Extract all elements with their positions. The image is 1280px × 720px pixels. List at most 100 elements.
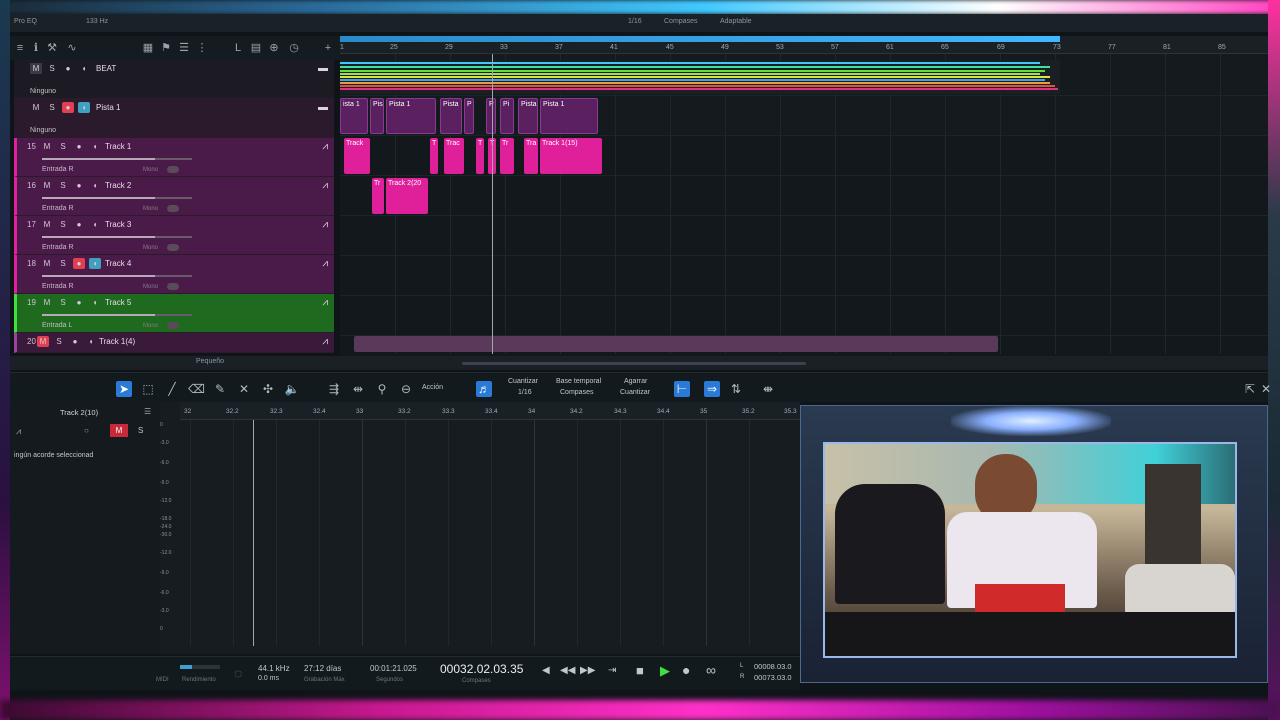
snap-grid-icon[interactable]: ⊢ xyxy=(674,381,690,397)
snap-value[interactable]: Cuantizar xyxy=(620,389,650,396)
audio-clip[interactable]: Tr xyxy=(500,138,514,174)
editor-playhead[interactable] xyxy=(253,420,254,646)
track-name[interactable]: Track 4 xyxy=(105,259,131,268)
waveform-icon[interactable]: ⩘ xyxy=(322,258,328,269)
network-icon[interactable]: ⊕ xyxy=(268,42,280,54)
audio-editor[interactable]: Track 2(10) ☰ ⩘ ○ M S ingún acorde selec… xyxy=(10,402,800,654)
autoscroll-icon[interactable]: ⇅ xyxy=(728,381,744,397)
audio-clip[interactable]: Tr xyxy=(372,178,384,214)
folder-clip[interactable]: P xyxy=(464,98,474,134)
seconds-time[interactable]: 00:01:21.025 xyxy=(370,664,417,673)
popout-icon[interactable]: ⇱ xyxy=(1242,381,1258,397)
film-icon[interactable]: ▤ xyxy=(250,42,262,54)
folder-icon[interactable]: ▬ xyxy=(318,102,328,113)
monitor-icon[interactable]: ◖ xyxy=(89,219,101,230)
record-icon[interactable]: ● xyxy=(73,297,85,308)
tracklist-icon[interactable]: ☰ xyxy=(144,407,151,416)
track-name[interactable]: BEAT xyxy=(96,64,116,73)
monitor-icon[interactable]: ◖ xyxy=(78,63,90,74)
metronome-icon[interactable]: ◌ xyxy=(234,665,242,681)
expand-icon[interactable]: ⇼ xyxy=(760,381,776,397)
quantize-icon[interactable]: ♬ xyxy=(476,381,492,397)
automation-icon[interactable]: ∿ xyxy=(66,42,78,54)
follow-icon[interactable]: ⇒ xyxy=(704,381,720,397)
audio-clip[interactable]: Track 1(15) xyxy=(540,138,602,174)
record-icon[interactable]: ○ xyxy=(84,426,89,435)
listen-tool-icon[interactable]: 🔈 xyxy=(284,381,300,397)
action-menu[interactable]: Acción xyxy=(422,384,443,391)
lane-track4[interactable] xyxy=(340,256,1268,296)
eraser-tool-icon[interactable]: ⌫ xyxy=(188,381,205,397)
loop-icon[interactable]: ∞ xyxy=(706,662,716,678)
range-tool-icon[interactable]: ⬚ xyxy=(140,381,156,397)
folder-icon[interactable]: ▬ xyxy=(318,63,328,74)
track-row-20[interactable]: 20 M S ● ◖ Track 1(4) ⩘ xyxy=(14,333,334,353)
loop-range[interactable] xyxy=(340,36,1060,42)
track-name[interactable]: Pista 1 xyxy=(96,103,120,112)
loop-start[interactable]: 00008.03.0 xyxy=(754,662,792,671)
folder-clip[interactable]: Pista 1 xyxy=(540,98,598,134)
input-select[interactable]: Entrada L xyxy=(42,322,72,329)
audio-clip[interactable]: T xyxy=(430,138,438,174)
arrow-tool-icon[interactable]: ➤ xyxy=(116,381,132,397)
record-button-icon[interactable]: ● xyxy=(682,662,690,678)
solo-button[interactable]: S xyxy=(57,141,69,152)
rate-label[interactable]: 133 Hz xyxy=(86,18,108,25)
mute-button[interactable]: M xyxy=(41,219,53,230)
info-icon[interactable]: ℹ xyxy=(30,42,42,54)
flag-icon[interactable]: ⚑ xyxy=(160,42,172,54)
mute-button[interactable]: M xyxy=(30,102,42,113)
skip-end-icon[interactable]: ⇥ xyxy=(608,665,616,676)
volume-fader[interactable] xyxy=(42,158,192,160)
track-row-pista1[interactable]: M S ● ◖ Pista 1 ▬ Ninguno xyxy=(14,99,334,138)
timebase-label[interactable]: Compases xyxy=(664,18,697,25)
arrange-ruler[interactable]: 1 25 29 33 37 41 45 49 53 57 61 65 69 73… xyxy=(340,36,1268,54)
track-row-19[interactable]: 19 M S ● ◖ Track 5 Entrada L Mono ⩘ xyxy=(14,294,334,333)
lane-track2[interactable] xyxy=(340,176,1268,216)
tracklist-icon[interactable]: ☰ xyxy=(178,42,190,54)
solo-button[interactable]: S xyxy=(57,297,69,308)
track-name[interactable]: Track 1 xyxy=(105,142,131,151)
editor-track-name[interactable]: Track 2(10) xyxy=(60,408,98,417)
clock-icon[interactable]: ◷ xyxy=(288,42,300,54)
track-row-beat[interactable]: M S ● ◖ BEAT ▬ Ninguno xyxy=(14,60,334,99)
lane-pista1[interactable] xyxy=(340,96,1268,136)
audio-clip-long[interactable] xyxy=(354,336,998,352)
mute-tool-icon[interactable]: ✕ xyxy=(236,381,252,397)
record-icon[interactable]: ● xyxy=(62,102,74,113)
tree-icon[interactable]: ⋮ xyxy=(196,42,208,54)
seconds-label[interactable]: Segundos xyxy=(376,677,403,683)
solo-button[interactable]: S xyxy=(46,102,58,113)
menu-icon[interactable]: ≡ xyxy=(14,42,26,54)
mono-toggle[interactable] xyxy=(167,283,179,290)
performance-label[interactable]: Rendimiento xyxy=(182,677,216,683)
folder-clip[interactable]: Pista 1 xyxy=(386,98,436,134)
track-dropdown[interactable]: Ninguno xyxy=(30,88,56,95)
input-select[interactable]: Entrada R xyxy=(42,166,74,173)
stretch-icon[interactable]: ⇹ xyxy=(350,381,366,397)
waveform-icon[interactable]: ⩘ xyxy=(322,141,328,152)
lane-track3[interactable] xyxy=(340,216,1268,256)
track-name[interactable]: Track 1(4) xyxy=(99,337,135,346)
waveform-icon[interactable]: ⩘ xyxy=(16,426,21,437)
lane-track5[interactable] xyxy=(340,296,1268,336)
monitor-icon[interactable]: ◖ xyxy=(78,102,90,113)
audio-clip[interactable]: Track xyxy=(344,138,370,174)
pencil-tool-icon[interactable]: ✎ xyxy=(212,381,228,397)
list-icon[interactable]: L xyxy=(232,42,244,54)
grid-label[interactable]: 1/16 xyxy=(628,18,642,25)
mute-button[interactable]: M xyxy=(37,336,49,347)
volume-fader[interactable] xyxy=(42,236,192,238)
record-icon[interactable]: ● xyxy=(69,336,81,347)
zoom-icon[interactable]: ⚲ xyxy=(374,381,390,397)
monitor-icon[interactable]: ◖ xyxy=(89,141,101,152)
playhead[interactable] xyxy=(492,54,493,354)
mono-toggle[interactable] xyxy=(167,244,179,251)
size-selector[interactable]: Pequeño xyxy=(196,358,224,365)
solo-button[interactable]: S xyxy=(57,219,69,230)
forward-icon[interactable]: ▶▶ xyxy=(580,665,595,676)
solo-button[interactable]: S xyxy=(46,63,58,74)
quantize-value[interactable]: 1/16 xyxy=(518,389,532,396)
record-icon[interactable]: ● xyxy=(62,63,74,74)
volume-fader[interactable] xyxy=(42,197,192,199)
